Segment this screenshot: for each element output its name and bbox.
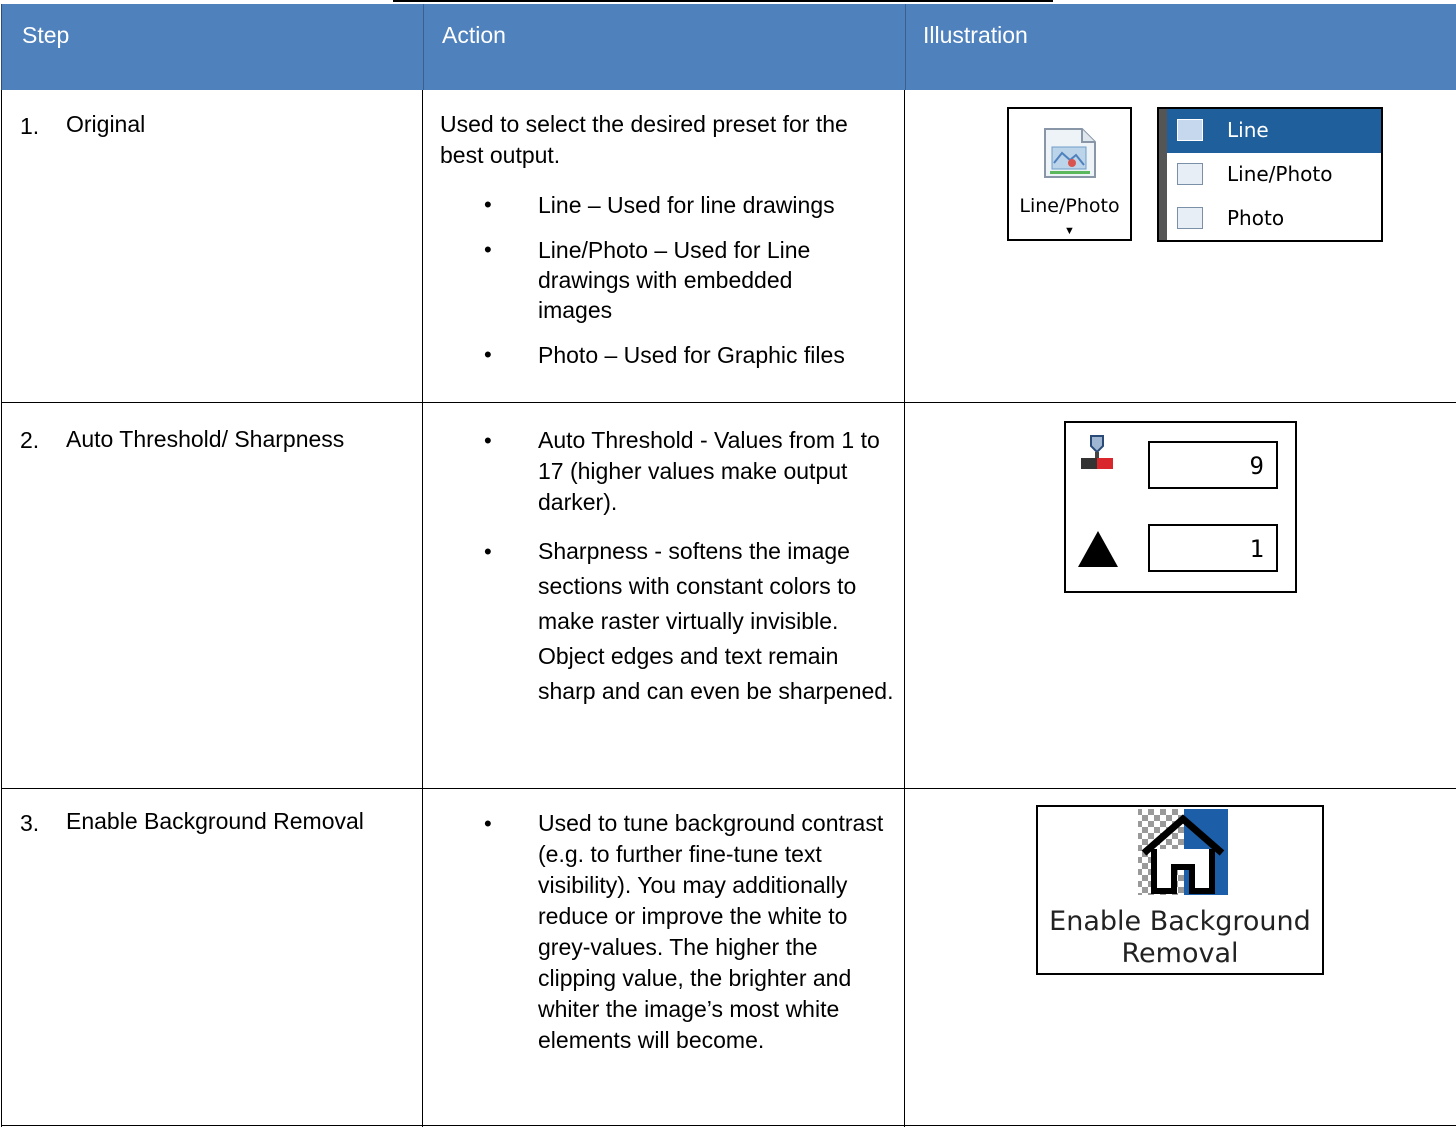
list-item: Line – Used for line drawings <box>436 190 896 220</box>
threshold-sharpness-panel: 9 1 <box>1064 421 1297 593</box>
bullet-list: Auto Threshold - Values from 1 to 17 (hi… <box>436 425 896 709</box>
list-item: Sharpness - softens the image sections w… <box>436 534 896 709</box>
line-photo-preset-icon <box>1177 163 1203 185</box>
threshold-slider-icon <box>1081 435 1113 469</box>
sharpness-value-field[interactable]: 1 <box>1148 524 1278 572</box>
step-number: 3. <box>20 810 40 836</box>
table-border-bottom <box>1 1125 1456 1126</box>
column-divider <box>422 90 423 1127</box>
step-number: 2. <box>20 427 40 453</box>
menu-item-photo[interactable]: Photo <box>1167 197 1381 240</box>
menu-item-line-photo[interactable]: Line/Photo <box>1167 153 1381 197</box>
button-label: Line/Photo <box>1019 195 1120 217</box>
list-item: Auto Threshold - Values from 1 to 17 (hi… <box>436 425 896 518</box>
list-item: Photo – Used for Graphic files <box>436 340 896 370</box>
list-item: Line/Photo – Used for Line drawings with… <box>436 235 896 325</box>
house-background-icon <box>1138 809 1228 895</box>
button-label-line1: Enable Background <box>1049 906 1311 937</box>
step-name: Auto Threshold/ Sharpness <box>66 426 345 452</box>
bullet-list: Line – Used for line drawings Line/Photo… <box>436 190 896 370</box>
action-intro: Used to select the desired preset for th… <box>440 111 848 168</box>
top-rule <box>393 0 1053 2</box>
row-divider <box>1 402 1456 403</box>
enable-background-removal-button[interactable]: Enable Background Removal <box>1036 805 1324 975</box>
line-preset-icon <box>1177 119 1203 141</box>
chevron-down-icon: ▼ <box>1064 225 1075 237</box>
step-name: Enable Background Removal <box>66 808 364 834</box>
menu-item-line[interactable]: Line <box>1167 109 1381 153</box>
threshold-value-field[interactable]: 9 <box>1148 441 1278 489</box>
step-name: Original <box>66 111 146 137</box>
list-item: Used to tune background contrast (e.g. t… <box>436 808 896 1056</box>
line-photo-button[interactable]: Line/Photo ▼ <box>1007 107 1132 241</box>
preset-dropdown-menu: Line Line/Photo Photo <box>1157 107 1383 242</box>
table-header: Step Action Illustration <box>1 4 1456 90</box>
triangle-icon <box>1078 531 1118 567</box>
step-number: 1. <box>20 113 40 139</box>
table-border-left <box>1 90 2 1127</box>
document-image-icon <box>1044 128 1096 178</box>
photo-preset-icon <box>1177 207 1203 229</box>
bullet-list: Used to tune background contrast (e.g. t… <box>436 808 896 1056</box>
row-divider <box>1 788 1456 789</box>
column-divider <box>904 90 905 1127</box>
button-label-line2: Removal <box>1121 938 1239 969</box>
